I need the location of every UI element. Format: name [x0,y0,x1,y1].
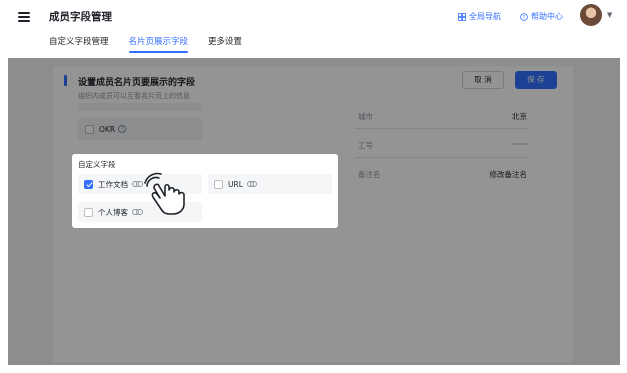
divider [355,157,527,158]
preview-label-remark: 备注名 [358,170,381,179]
divider [355,128,527,129]
avatar[interactable] [580,4,602,26]
preview-label-city: 城市 [358,112,373,121]
tab-more-settings[interactable]: 更多设置 [208,35,242,53]
help-center-link[interactable]: ? 帮助中心 [520,11,563,22]
save-button[interactable]: 保 存 [515,71,557,89]
link-icon [132,209,143,215]
field-okr[interactable]: OKR ? [78,118,202,140]
global-nav-label: 全局导航 [469,12,501,21]
tab-bar: 自定义字段管理 名片页展示字段 更多设置 [49,35,262,53]
pointing-hand-icon [144,172,185,215]
option-url[interactable]: URL [208,174,332,194]
top-header: 成员字段管理 全局导航 ? 帮助中心 ▼ 自定义字段管理 名片页展示字段 更多设… [0,0,627,58]
url-checkbox[interactable] [214,179,223,189]
personal-blog-label: 个人博客 [98,207,128,217]
app-window: 成员字段管理 全局导航 ? 帮助中心 ▼ 自定义字段管理 名片页展示字段 更多设… [0,0,627,373]
question-icon[interactable]: ? [118,125,127,133]
chevron-down-icon[interactable]: ▼ [607,11,612,19]
okr-label: OKR [99,124,116,134]
global-nav-link[interactable]: 全局导航 [458,11,501,22]
link-icon [246,181,258,187]
preview-value-remark: 修改备注名 [489,170,528,179]
custom-fields-spotlight: 自定义字段 工作文档 URL 个人博客 [72,154,338,228]
section-accent-bar [64,75,67,86]
svg-text:?: ? [523,14,526,20]
tab-custom-fields[interactable]: 自定义字段管理 [49,35,109,53]
custom-fields-title: 自定义字段 [78,160,116,169]
link-icon [132,181,143,187]
preview-value-city: 北京 [512,112,527,121]
preview-label-employee-id: 工号 [358,141,373,150]
preview-value-employee-id: ······ [512,140,527,149]
section-subtitle: 组织内成员可以互看名片页上的信息 [78,92,190,100]
help-circle-icon: ? [520,12,528,20]
personal-blog-checkbox[interactable] [84,207,93,217]
grid-icon [458,12,466,21]
menu-icon[interactable] [18,12,30,22]
cancel-button[interactable]: 取 消 [462,71,504,89]
okr-checkbox[interactable] [85,124,94,134]
work-doc-checkbox[interactable] [84,179,93,189]
tab-card-fields[interactable]: 名片页展示字段 [128,35,188,53]
card-preview [347,96,533,196]
work-doc-label: 工作文档 [98,179,128,189]
page-title: 成员字段管理 [49,11,112,23]
section-title: 设置成员名片页要展示的字段 [78,78,196,88]
help-center-label: 帮助中心 [531,12,563,21]
field-row-partial [78,103,202,111]
url-label: URL [228,179,243,189]
